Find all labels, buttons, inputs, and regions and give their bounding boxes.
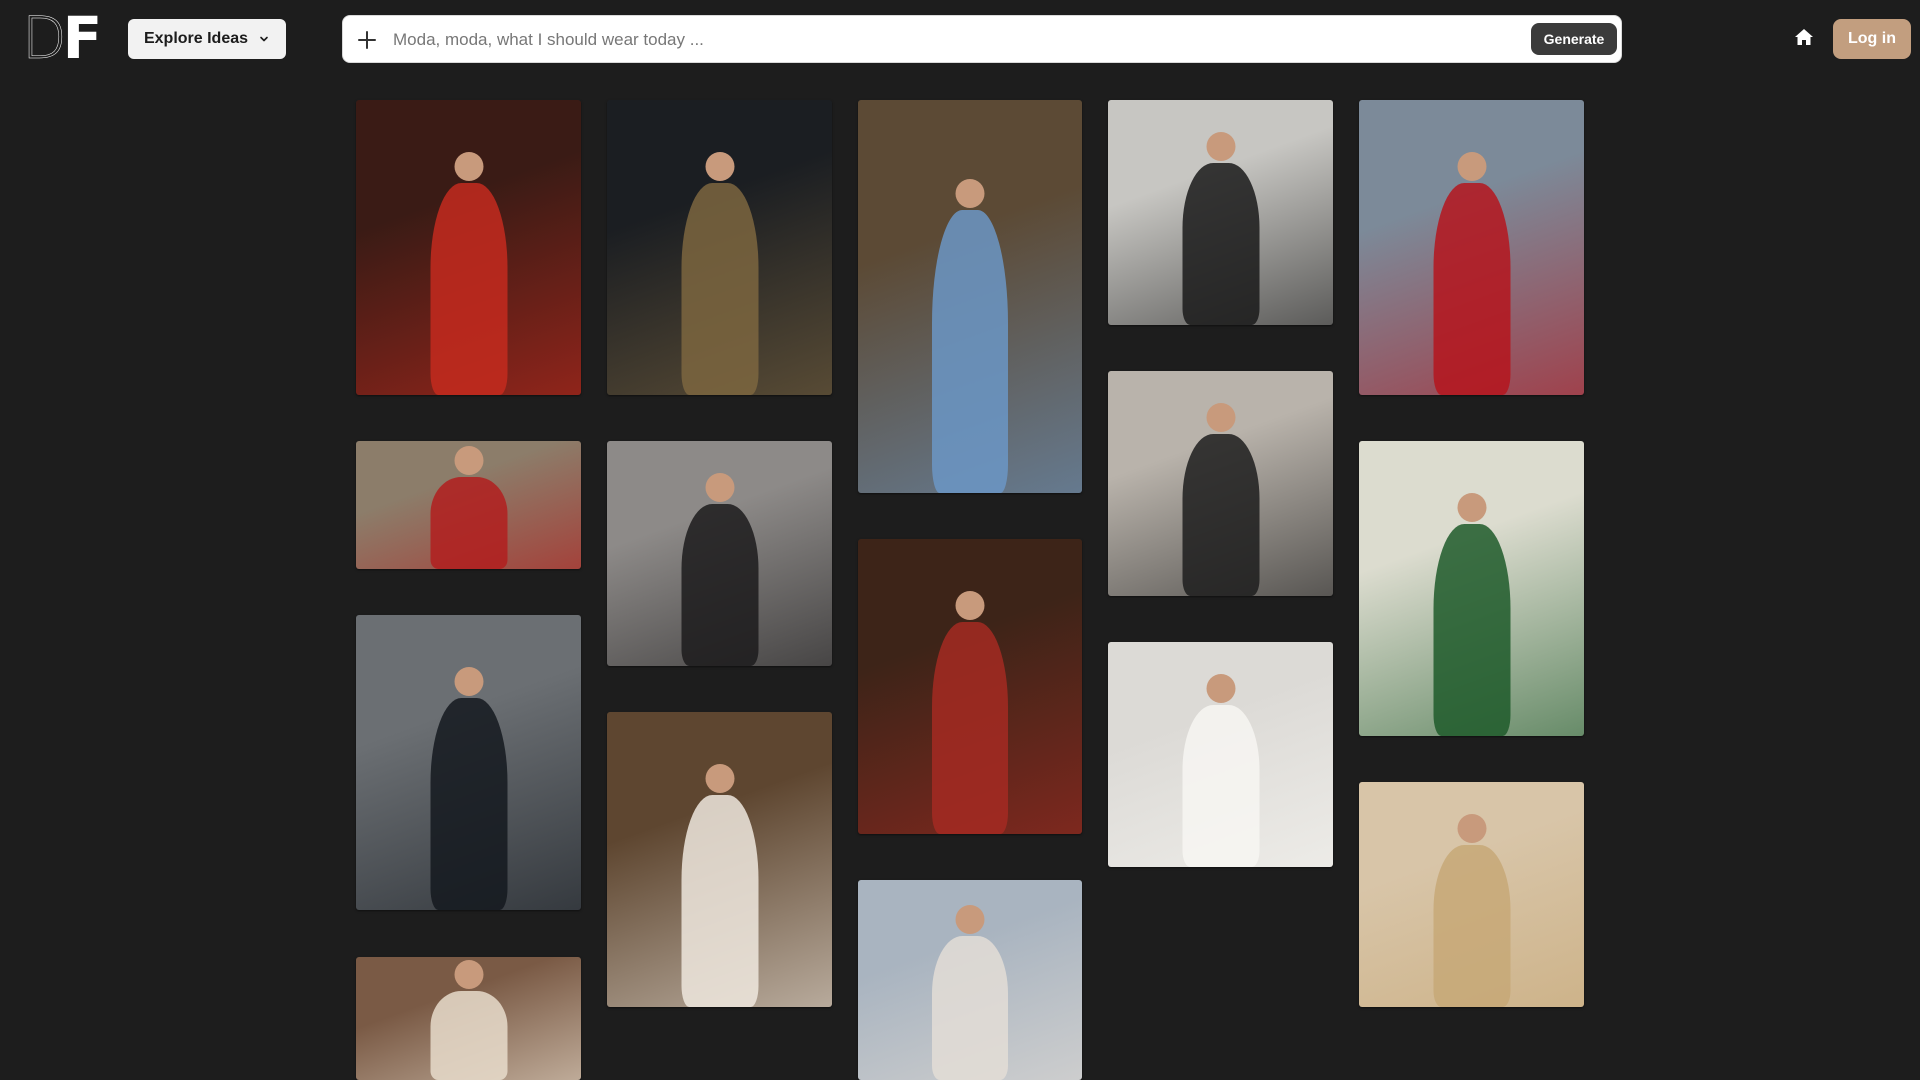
gallery-image-card[interactable] bbox=[858, 539, 1082, 834]
gallery-image-card[interactable] bbox=[607, 712, 832, 1007]
gallery-image-card[interactable] bbox=[858, 100, 1082, 493]
search-input[interactable] bbox=[391, 22, 1535, 58]
gallery-image-card[interactable] bbox=[356, 100, 581, 395]
image-subject bbox=[1433, 183, 1510, 395]
image-subject bbox=[430, 698, 507, 910]
image-subject bbox=[681, 183, 758, 395]
generate-button[interactable]: Generate bbox=[1531, 23, 1617, 55]
image-subject bbox=[1433, 524, 1510, 736]
image-subject bbox=[430, 991, 507, 1080]
image-subject-head bbox=[1206, 674, 1235, 703]
gallery-image-card[interactable] bbox=[1108, 100, 1333, 325]
image-subject bbox=[1182, 434, 1259, 596]
image-subject-head bbox=[1457, 493, 1486, 522]
gallery-image-card[interactable] bbox=[1108, 371, 1333, 596]
image-subject-head bbox=[705, 473, 734, 502]
top-bar: D F Explore Ideas Generate Log in bbox=[0, 0, 1920, 80]
image-subject bbox=[430, 183, 507, 395]
image-subject bbox=[1182, 705, 1259, 867]
image-subject-head bbox=[454, 446, 483, 475]
image-subject bbox=[932, 936, 1008, 1080]
image-subject-head bbox=[1457, 152, 1486, 181]
image-subject bbox=[1433, 845, 1510, 1007]
explore-ideas-label: Explore Ideas bbox=[143, 30, 249, 47]
gallery-image-card[interactable] bbox=[356, 615, 581, 910]
gallery-image-card[interactable] bbox=[356, 441, 581, 569]
image-subject-head bbox=[1457, 814, 1486, 843]
home-icon bbox=[1794, 28, 1814, 51]
image-subject-head bbox=[1206, 403, 1235, 432]
logo-letter-f: F bbox=[62, 4, 103, 72]
image-subject-head bbox=[955, 905, 985, 934]
gallery-image-card[interactable] bbox=[1359, 782, 1584, 1007]
gallery-image-card[interactable] bbox=[356, 957, 581, 1080]
image-subject-head bbox=[705, 152, 734, 181]
image-subject-head bbox=[955, 179, 985, 208]
gallery-image-card[interactable] bbox=[1108, 642, 1333, 867]
image-subject-head bbox=[454, 152, 483, 181]
login-button[interactable]: Log in bbox=[1833, 19, 1911, 59]
chevron-down-icon bbox=[258, 33, 270, 45]
plus-icon[interactable] bbox=[356, 29, 378, 51]
logo[interactable]: D F bbox=[22, 4, 103, 72]
gallery-image-card[interactable] bbox=[607, 100, 832, 395]
image-subject bbox=[681, 795, 758, 1007]
image-subject bbox=[1182, 163, 1259, 325]
image-subject bbox=[681, 504, 758, 666]
image-subject bbox=[430, 477, 507, 569]
home-button[interactable] bbox=[1784, 19, 1824, 59]
explore-ideas-button[interactable]: Explore Ideas bbox=[128, 19, 286, 59]
image-subject-head bbox=[454, 667, 483, 696]
search-bar: Generate bbox=[342, 15, 1622, 63]
image-subject-head bbox=[1206, 132, 1235, 161]
image-subject-head bbox=[454, 960, 483, 989]
image-subject-head bbox=[955, 591, 985, 620]
gallery-image-card[interactable] bbox=[1359, 441, 1584, 736]
image-subject bbox=[932, 210, 1008, 493]
gallery-image-card[interactable] bbox=[1359, 100, 1584, 395]
image-subject bbox=[932, 622, 1008, 834]
logo-letter-d: D bbox=[22, 4, 67, 72]
gallery-image-card[interactable] bbox=[607, 441, 832, 666]
gallery-image-card[interactable] bbox=[858, 880, 1082, 1080]
image-subject-head bbox=[705, 764, 734, 793]
